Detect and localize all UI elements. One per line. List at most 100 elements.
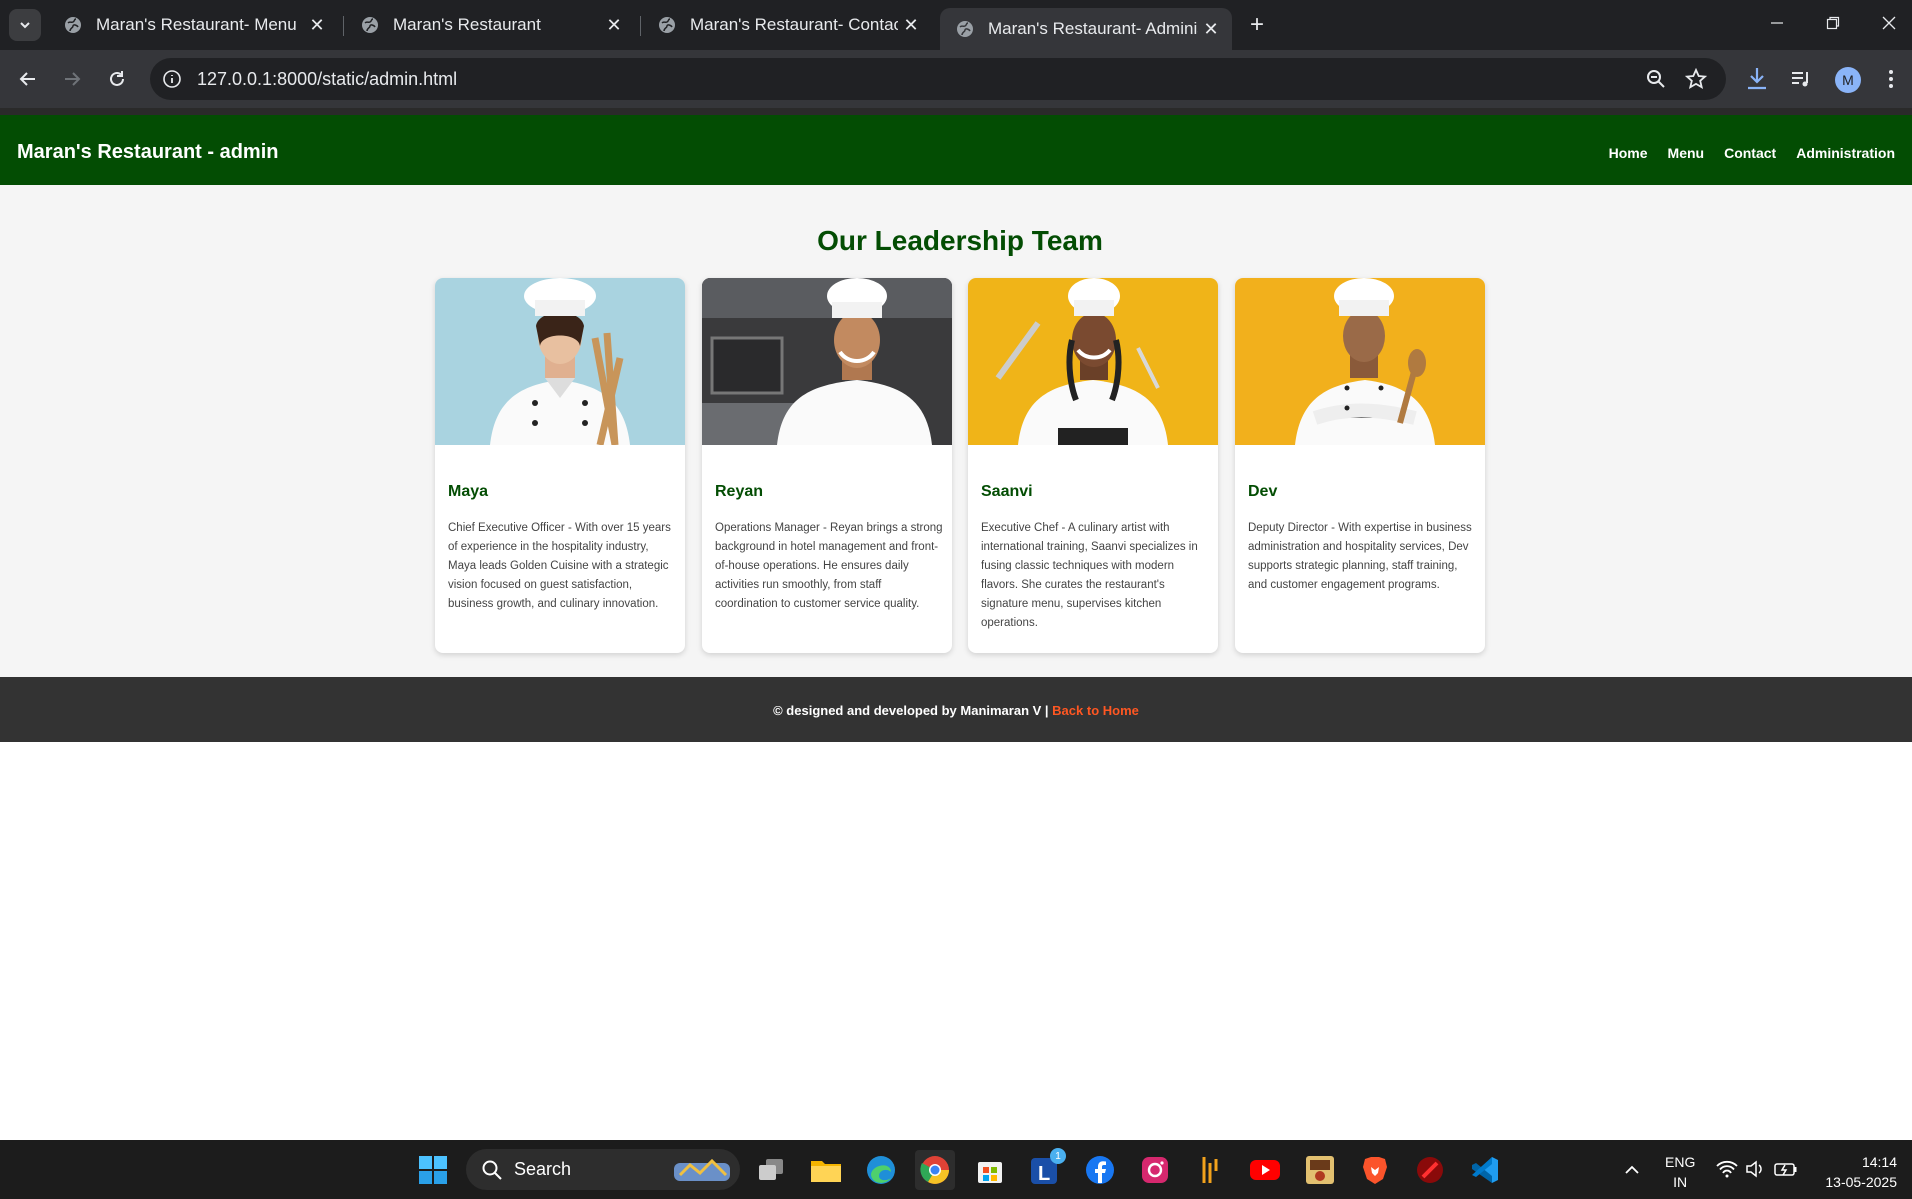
media-control-icon[interactable] bbox=[1786, 64, 1816, 94]
store-button[interactable] bbox=[970, 1150, 1010, 1190]
zoom-icon[interactable] bbox=[1644, 67, 1668, 91]
globe-icon bbox=[957, 21, 973, 37]
team-card: Maya Chief Executive Officer - With over… bbox=[435, 278, 685, 653]
web-page: Maran's Restaurant - admin Home Menu Con… bbox=[0, 108, 1912, 1140]
close-tab-icon[interactable]: ✕ bbox=[601, 15, 627, 36]
chevron-down-icon bbox=[20, 22, 30, 29]
back-to-home-link[interactable]: Back to Home bbox=[1052, 703, 1139, 718]
tab-search-button[interactable] bbox=[9, 9, 41, 41]
svg-text:L: L bbox=[1038, 1163, 1050, 1185]
tab-title: Maran's Restaurant- Menu bbox=[96, 15, 297, 34]
vscode-icon bbox=[1472, 1157, 1498, 1183]
close-window-button[interactable] bbox=[1861, 0, 1912, 46]
app-game-button[interactable] bbox=[1300, 1150, 1340, 1190]
team-member-name: Maya bbox=[448, 483, 489, 500]
arrow-left-icon bbox=[19, 72, 35, 86]
browser-tab-menu[interactable]: Maran's Restaurant- Menu ✕ bbox=[48, 6, 338, 44]
notification-badge: 1 bbox=[1050, 1148, 1066, 1164]
browser-tab-contact[interactable]: Maran's Restaurant- Contact Us ✕ bbox=[642, 6, 932, 44]
bookmark-star-icon[interactable] bbox=[1684, 67, 1708, 91]
nav-link-administration[interactable]: Administration bbox=[1796, 145, 1895, 161]
url-text: 127.0.0.1:8000/static/admin.html bbox=[197, 69, 458, 89]
footer-credit: © designed and developed by Manimaran V … bbox=[773, 703, 1053, 718]
team-card: Dev Deputy Director - With expertise in … bbox=[1235, 278, 1485, 653]
site-footer: © designed and developed by Manimaran V … bbox=[0, 677, 1912, 742]
youtube-button[interactable] bbox=[1245, 1150, 1285, 1190]
minimize-button[interactable] bbox=[1749, 0, 1805, 46]
team-member-description: Operations Manager - Reyan brings a stro… bbox=[715, 522, 943, 610]
battery-icon[interactable] bbox=[1774, 1157, 1798, 1181]
file-explorer-button[interactable] bbox=[806, 1150, 846, 1190]
edge-icon bbox=[867, 1156, 895, 1184]
site-info-icon[interactable] bbox=[162, 69, 182, 89]
app-l-button[interactable]: L 1 bbox=[1025, 1148, 1066, 1190]
youtube-icon bbox=[1250, 1160, 1280, 1180]
page-title: Our Leadership Team bbox=[817, 225, 1103, 256]
facebook-button[interactable] bbox=[1080, 1150, 1120, 1190]
windows-icon bbox=[419, 1156, 447, 1184]
folder-icon bbox=[811, 1161, 841, 1182]
instagram-icon bbox=[1142, 1157, 1168, 1183]
wifi-icon[interactable] bbox=[1715, 1157, 1739, 1181]
chrome-button[interactable] bbox=[915, 1150, 955, 1190]
nav-link-home[interactable]: Home bbox=[1609, 145, 1648, 161]
team-photo bbox=[1235, 278, 1485, 445]
clock-date: 13-05-2025 bbox=[1825, 1174, 1897, 1190]
close-tab-icon[interactable]: ✕ bbox=[1198, 19, 1224, 40]
task-view-icon bbox=[759, 1159, 783, 1180]
new-tab-button[interactable]: + bbox=[1242, 10, 1272, 40]
volume-icon[interactable] bbox=[1744, 1157, 1768, 1181]
vscode-button[interactable] bbox=[1465, 1150, 1505, 1190]
red-app-icon bbox=[1417, 1157, 1443, 1183]
team-card: Saanvi Executive Chef - A culinary artis… bbox=[968, 278, 1218, 653]
store-icon bbox=[978, 1162, 1002, 1183]
team-member-description: Chief Executive Officer - With over 15 y… bbox=[448, 522, 671, 610]
forward-button[interactable] bbox=[56, 63, 88, 95]
tab-divider bbox=[343, 16, 344, 36]
edge-button[interactable] bbox=[861, 1150, 901, 1190]
facebook-icon bbox=[1086, 1156, 1114, 1184]
task-view-button[interactable] bbox=[751, 1150, 791, 1190]
nav-link-contact[interactable]: Contact bbox=[1724, 145, 1776, 161]
address-bar[interactable]: 127.0.0.1:8000/static/admin.html bbox=[150, 58, 1726, 100]
clock-time: 14:14 bbox=[1861, 1154, 1897, 1170]
browser-tab-home[interactable]: Maran's Restaurant ✕ bbox=[345, 6, 635, 44]
reload-icon bbox=[110, 71, 124, 86]
taskbar-search-label: Search bbox=[514, 1159, 572, 1179]
browser-tab-admin[interactable]: Maran's Restaurant- Administra ✕ bbox=[940, 8, 1232, 50]
language-indicator[interactable]: ENG IN bbox=[1665, 1152, 1695, 1192]
browser-toolbar: 127.0.0.1:8000/static/admin.html bbox=[0, 50, 1912, 108]
taskbar-search[interactable]: Search bbox=[466, 1149, 740, 1190]
team-member-name: Saanvi bbox=[981, 483, 1033, 500]
team-card: Reyan Operations Manager - Reyan brings … bbox=[702, 278, 952, 653]
system-clock[interactable]: 14:14 13-05-2025 bbox=[1815, 1152, 1897, 1192]
app-bars-button[interactable] bbox=[1190, 1150, 1230, 1190]
globe-icon bbox=[659, 17, 675, 33]
windows-taskbar: Search L 1 ENG IN 14:14 13-05-2025 bbox=[0, 1140, 1912, 1199]
site-header: Maran's Restaurant - admin Home Menu Con… bbox=[0, 115, 1912, 185]
search-icon bbox=[482, 1160, 502, 1180]
restore-button[interactable] bbox=[1805, 0, 1861, 46]
browser-menu-icon[interactable] bbox=[1876, 64, 1906, 94]
browser-tab-bar: Maran's Restaurant- Menu ✕ Maran's Resta… bbox=[0, 0, 1912, 50]
game-app-icon bbox=[1306, 1156, 1334, 1184]
region-code: IN bbox=[1673, 1174, 1688, 1190]
close-tab-icon[interactable]: ✕ bbox=[898, 15, 924, 36]
reload-button[interactable] bbox=[101, 63, 133, 95]
app-red-button[interactable] bbox=[1410, 1150, 1450, 1190]
nav-link-menu[interactable]: Menu bbox=[1668, 145, 1705, 161]
chevron-up-icon[interactable] bbox=[1620, 1157, 1644, 1181]
tab-title: Maran's Restaurant- Contact Us bbox=[690, 15, 898, 34]
instagram-button[interactable] bbox=[1135, 1150, 1175, 1190]
page-top-strip bbox=[0, 108, 1912, 115]
brave-button[interactable] bbox=[1355, 1150, 1395, 1190]
profile-avatar[interactable]: M bbox=[1835, 67, 1861, 93]
arrow-right-icon bbox=[65, 72, 81, 86]
team-photo bbox=[968, 278, 1218, 445]
close-tab-icon[interactable]: ✕ bbox=[304, 15, 330, 36]
main-content: Our Leadership Team Maya Chief Executive bbox=[0, 185, 1912, 677]
downloads-icon[interactable] bbox=[1742, 64, 1772, 94]
brave-icon bbox=[1363, 1157, 1387, 1184]
start-button[interactable] bbox=[413, 1150, 453, 1190]
back-button[interactable] bbox=[12, 63, 44, 95]
